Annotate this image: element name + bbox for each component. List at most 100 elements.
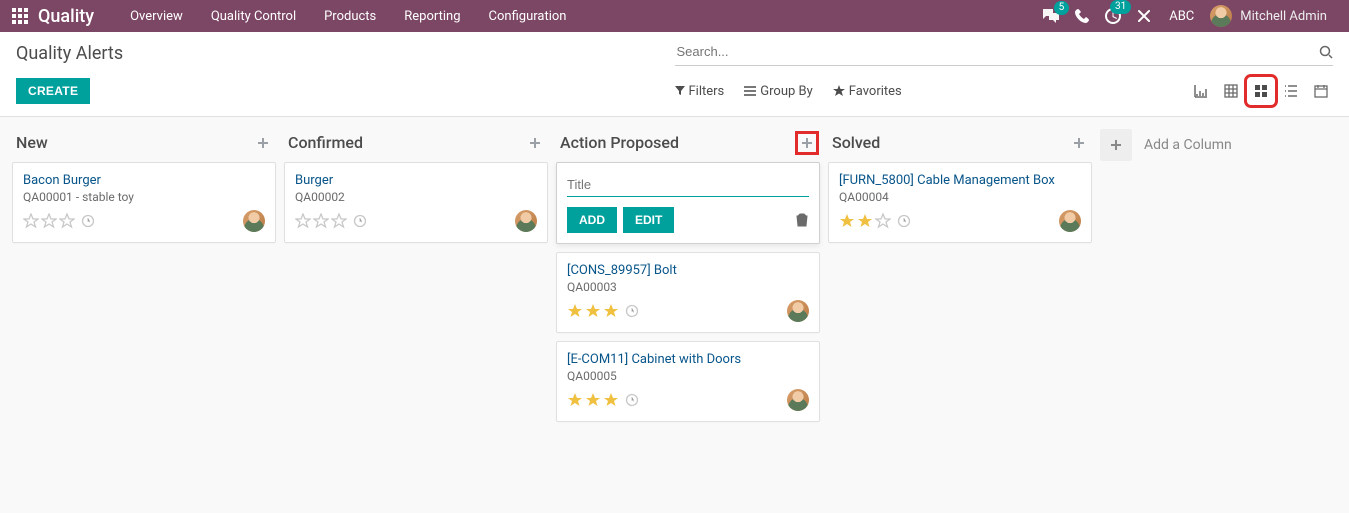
graph-view-button[interactable] <box>1189 79 1213 103</box>
card-avatar-icon[interactable] <box>787 300 809 322</box>
groupby-button[interactable]: Group By <box>744 84 813 99</box>
plus-icon[interactable] <box>254 134 272 152</box>
star-icon[interactable] <box>585 392 601 408</box>
activities-badge: 31 <box>1110 0 1131 14</box>
clock-icon[interactable] <box>625 304 639 318</box>
priority-stars[interactable] <box>839 213 911 229</box>
kanban-card[interactable]: Burger QA00002 <box>284 162 548 243</box>
star-icon[interactable] <box>567 392 583 408</box>
search-icon[interactable] <box>1319 45 1333 59</box>
view-switcher <box>1189 79 1333 103</box>
priority-stars[interactable] <box>23 213 95 229</box>
kanban-column-confirmed: Confirmed Burger QA00002 <box>280 129 552 251</box>
user-avatar-icon <box>1210 5 1232 27</box>
plus-icon[interactable] <box>1100 129 1132 161</box>
kanban-card[interactable]: Bacon Burger QA00001 - stable toy <box>12 162 276 243</box>
card-subtitle: QA00001 - stable toy <box>23 190 265 204</box>
star-icon[interactable] <box>603 392 619 408</box>
priority-stars[interactable] <box>567 392 639 408</box>
star-icon[interactable] <box>23 213 39 229</box>
star-icon[interactable] <box>59 213 75 229</box>
company-switcher[interactable]: ABC <box>1159 0 1204 32</box>
star-icon[interactable] <box>603 303 619 319</box>
breadcrumb: Quality Alerts <box>16 43 675 64</box>
star-icon[interactable] <box>567 303 583 319</box>
star-icon[interactable] <box>585 303 601 319</box>
star-icon[interactable] <box>313 213 329 229</box>
card-subtitle: QA00004 <box>839 190 1081 204</box>
activities-icon[interactable]: 31 <box>1105 8 1121 24</box>
pivot-view-button[interactable] <box>1219 79 1243 103</box>
trash-icon[interactable] <box>795 213 809 227</box>
star-icon[interactable] <box>839 213 855 229</box>
list-view-button[interactable] <box>1279 79 1303 103</box>
create-button[interactable]: CREATE <box>16 78 90 104</box>
nav-products[interactable]: Products <box>310 0 390 32</box>
nav-overview[interactable]: Overview <box>116 0 197 32</box>
apps-menu-icon[interactable] <box>10 6 30 26</box>
quick-create-add-button[interactable]: ADD <box>567 207 617 233</box>
clock-icon[interactable] <box>897 214 911 228</box>
card-avatar-icon[interactable] <box>787 389 809 411</box>
column-title[interactable]: Confirmed <box>288 133 363 152</box>
priority-stars[interactable] <box>295 213 367 229</box>
app-title[interactable]: Quality <box>38 6 94 27</box>
nav-configuration[interactable]: Configuration <box>475 0 581 32</box>
star-icon[interactable] <box>331 213 347 229</box>
column-title[interactable]: Action Proposed <box>560 133 679 152</box>
nav-reporting[interactable]: Reporting <box>390 0 474 32</box>
star-icon[interactable] <box>295 213 311 229</box>
clock-icon[interactable] <box>625 393 639 407</box>
star-icon <box>833 85 845 97</box>
calendar-view-button[interactable] <box>1309 79 1333 103</box>
clock-icon[interactable] <box>81 214 95 228</box>
kanban-card[interactable]: [CONS_89957] Bolt QA00003 <box>556 252 820 333</box>
card-title[interactable]: [E-COM11] Cabinet with Doors <box>567 352 809 367</box>
card-avatar-icon[interactable] <box>243 210 265 232</box>
phone-icon[interactable] <box>1075 9 1089 23</box>
add-column-label: Add a Column <box>1144 137 1232 153</box>
card-title[interactable]: Bacon Burger <box>23 173 265 188</box>
card-title[interactable]: [CONS_89957] Bolt <box>567 263 809 278</box>
clock-icon[interactable] <box>353 214 367 228</box>
card-title[interactable]: [FURN_5800] Cable Management Box <box>839 173 1081 188</box>
search-input[interactable] <box>675 40 1320 63</box>
card-avatar-icon[interactable] <box>1059 210 1081 232</box>
favorites-label: Favorites <box>849 84 902 99</box>
star-icon[interactable] <box>857 213 873 229</box>
user-menu[interactable]: Mitchell Admin <box>1210 5 1331 27</box>
debug-icon[interactable] <box>1137 9 1151 23</box>
add-column[interactable]: Add a Column <box>1096 129 1296 161</box>
kanban-column-solved: Solved [FURN_5800] Cable Management Box … <box>824 129 1096 251</box>
quick-create-edit-button[interactable]: EDIT <box>623 207 674 233</box>
plus-icon[interactable] <box>1070 134 1088 152</box>
column-title[interactable]: Solved <box>832 133 880 152</box>
priority-stars[interactable] <box>567 303 639 319</box>
star-icon[interactable] <box>41 213 57 229</box>
plus-icon[interactable] <box>526 134 544 152</box>
filters-button[interactable]: Filters <box>675 84 725 99</box>
nav-quality-control[interactable]: Quality Control <box>197 0 310 32</box>
quick-create-form: ADD EDIT <box>556 162 820 244</box>
kanban-column-action-proposed: Action Proposed ADD EDIT [CONS_89957] Bo… <box>552 129 824 430</box>
username-label: Mitchell Admin <box>1240 9 1327 24</box>
star-icon[interactable] <box>875 213 891 229</box>
kanban-view-button[interactable] <box>1249 79 1273 103</box>
groupby-label: Group By <box>760 84 813 99</box>
card-title[interactable]: Burger <box>295 173 537 188</box>
kanban-card[interactable]: [FURN_5800] Cable Management Box QA00004 <box>828 162 1092 243</box>
card-avatar-icon[interactable] <box>515 210 537 232</box>
discuss-icon[interactable]: 5 <box>1043 9 1059 23</box>
card-subtitle: QA00005 <box>567 369 809 383</box>
kanban-column-new: New Bacon Burger QA00001 - stable toy <box>8 129 280 251</box>
favorites-button[interactable]: Favorites <box>833 84 902 99</box>
kanban-card[interactable]: [E-COM11] Cabinet with Doors QA00005 <box>556 341 820 422</box>
plus-icon[interactable] <box>798 134 816 152</box>
funnel-icon <box>675 86 685 96</box>
search-area[interactable] <box>675 40 1334 66</box>
kanban-board: New Bacon Burger QA00001 - stable toy Co… <box>0 117 1349 442</box>
column-title[interactable]: New <box>16 133 48 152</box>
discuss-badge: 5 <box>1054 1 1070 15</box>
control-panel: Quality Alerts CREATE Filters Group By F… <box>0 32 1349 117</box>
quick-create-title-input[interactable] <box>567 173 809 196</box>
